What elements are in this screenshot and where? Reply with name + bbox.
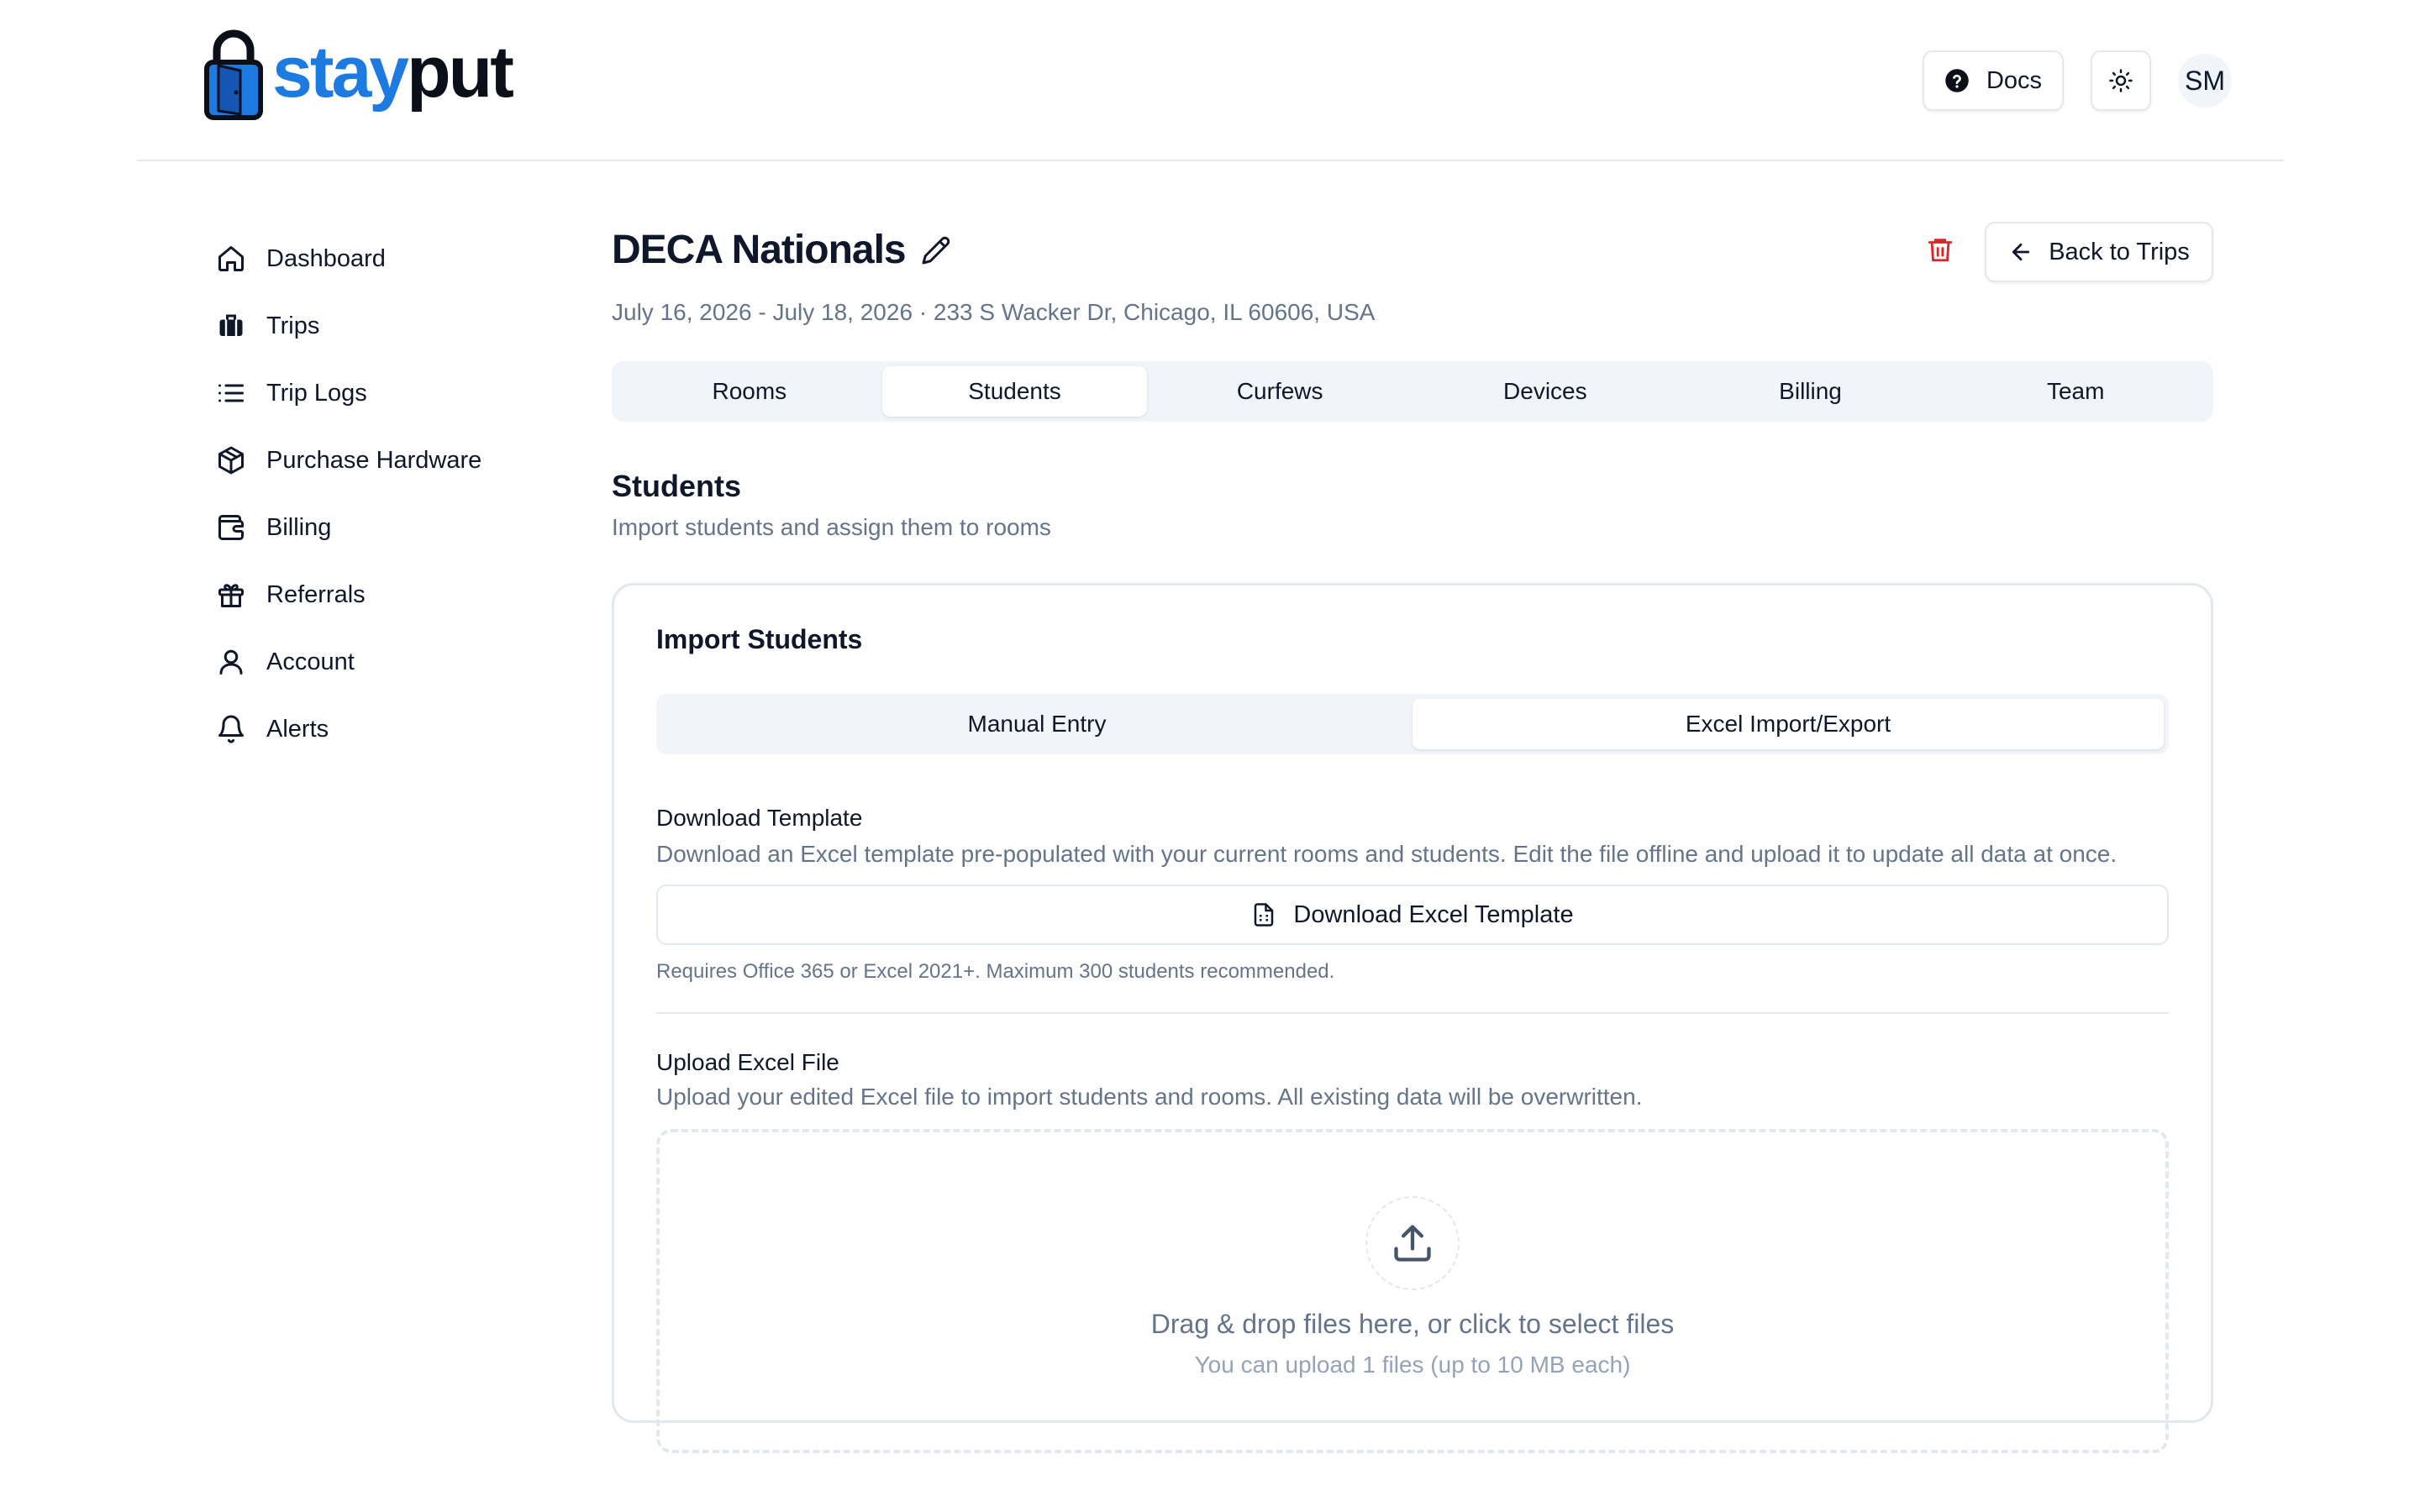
download-template-title: Download Template: [656, 805, 863, 831]
sidebar-item-account[interactable]: Account: [214, 628, 550, 696]
dropzone-instruction: Drag & drop files here, or click to sele…: [1150, 1309, 1675, 1339]
sidebar-item-dashboard[interactable]: Dashboard: [214, 225, 550, 292]
page-title: DECA Nationals: [612, 228, 907, 272]
trash-icon: [1928, 239, 1953, 262]
edit-title-button[interactable]: [921, 235, 955, 269]
tab-excel-import-export[interactable]: Excel Import/Export: [1413, 699, 2164, 749]
main-content: DECA Nationals Back to Trips July 16, 20…: [612, 218, 2213, 1453]
tab-students[interactable]: Students: [881, 366, 1148, 417]
import-mode-tabs: Manual Entry Excel Import/Export: [656, 694, 2169, 754]
spreadsheet-file-icon: [1255, 903, 1274, 927]
upload-icon: [1394, 1225, 1431, 1262]
dropzone-limits: You can upload 1 files (up to 10 MB each…: [1194, 1352, 1631, 1378]
download-template-description: Download an Excel template pre-populated…: [656, 841, 2118, 867]
help-circle-icon: [1945, 69, 1969, 92]
sidebar-nav: Dashboard Trips Trip Logs Purchase Hardw…: [214, 225, 550, 763]
download-excel-template-button[interactable]: Download Excel Template: [656, 885, 2169, 945]
card-title: Import Students: [656, 624, 863, 654]
sidebar-item-label: Referrals: [266, 580, 366, 608]
upload-excel-title: Upload Excel File: [656, 1049, 839, 1075]
sidebar-item-label: Purchase Hardware: [266, 446, 482, 474]
pencil-icon: [922, 236, 950, 265]
user-avatar[interactable]: SM: [2178, 54, 2232, 108]
arrow-left-icon: [2012, 243, 2030, 261]
sidebar-item-label: Trips: [266, 312, 320, 339]
docs-label: Docs: [1986, 66, 2043, 94]
back-to-trips-label: Back to Trips: [2049, 238, 2190, 265]
back-to-trips-button[interactable]: Back to Trips: [1985, 222, 2213, 282]
lock-logo-icon: [204, 29, 263, 120]
file-dropzone[interactable]: Drag & drop files here, or click to sele…: [656, 1129, 2169, 1453]
app-page: stayput Docs SM Dashboard Trips Trip Log…: [0, 0, 2420, 1512]
package-icon: [214, 444, 248, 477]
sidebar-item-trip-logs[interactable]: Trip Logs: [214, 360, 550, 427]
brand-wordmark: stayput: [272, 36, 514, 108]
tab-billing[interactable]: Billing: [1678, 366, 1944, 417]
docs-button[interactable]: Docs: [1923, 50, 2064, 111]
section-description: Import students and assign them to rooms: [612, 514, 1051, 540]
sidebar-item-label: Alerts: [266, 715, 329, 743]
delete-trip-button[interactable]: [1926, 235, 1960, 269]
section-divider: [656, 1012, 2169, 1014]
tab-curfews[interactable]: Curfews: [1147, 366, 1413, 417]
avatar-initials: SM: [2185, 65, 2225, 96]
upload-excel-description: Upload your edited Excel file to import …: [656, 1084, 1643, 1110]
tab-rooms[interactable]: Rooms: [617, 366, 882, 417]
download-hint: Requires Office 365 or Excel 2021+. Maxi…: [656, 960, 1335, 983]
sidebar-item-billing[interactable]: Billing: [214, 494, 550, 561]
luggage-icon: [214, 309, 248, 343]
trip-title-row: DECA Nationals Back to Trips: [612, 218, 2213, 282]
sidebar-item-label: Trip Logs: [266, 379, 367, 407]
list-icon: [214, 376, 248, 410]
sidebar-item-referrals[interactable]: Referrals: [214, 561, 550, 628]
brand-wordmark-part2: put: [407, 32, 514, 113]
top-header: stayput Docs SM: [137, 0, 2284, 161]
sidebar-item-label: Billing: [266, 513, 332, 541]
user-icon: [214, 645, 248, 679]
sidebar-item-label: Dashboard: [266, 244, 386, 272]
brand-logo[interactable]: stayput: [203, 27, 514, 121]
trip-tabs: Rooms Students Curfews Devices Billing T…: [612, 361, 2213, 422]
trip-dates-address: July 16, 2026 - July 18, 2026 · 233 S Wa…: [612, 299, 1376, 325]
home-icon: [214, 242, 248, 276]
bell-icon: [214, 712, 248, 746]
download-excel-template-label: Download Excel Template: [1293, 900, 1574, 928]
tab-devices[interactable]: Devices: [1413, 366, 1678, 417]
sidebar-item-purchase-hardware[interactable]: Purchase Hardware: [214, 427, 550, 494]
sun-icon: [2109, 69, 2133, 92]
import-students-card: Import Students Manual Entry Excel Impor…: [612, 583, 2213, 1453]
tab-manual-entry[interactable]: Manual Entry: [661, 699, 1413, 749]
theme-toggle-button[interactable]: [2091, 50, 2151, 111]
upload-icon-circle: [1365, 1196, 1460, 1290]
sidebar-item-trips[interactable]: Trips: [214, 292, 550, 360]
sidebar-item-label: Account: [266, 648, 355, 675]
gift-icon: [214, 578, 248, 612]
header-actions: Docs SM: [1923, 50, 2232, 111]
section-title: Students: [612, 469, 742, 503]
brand-wordmark-part1: stay: [272, 32, 409, 113]
sidebar-item-alerts[interactable]: Alerts: [214, 696, 550, 763]
wallet-icon: [214, 511, 248, 544]
tab-team[interactable]: Team: [1943, 366, 2208, 417]
